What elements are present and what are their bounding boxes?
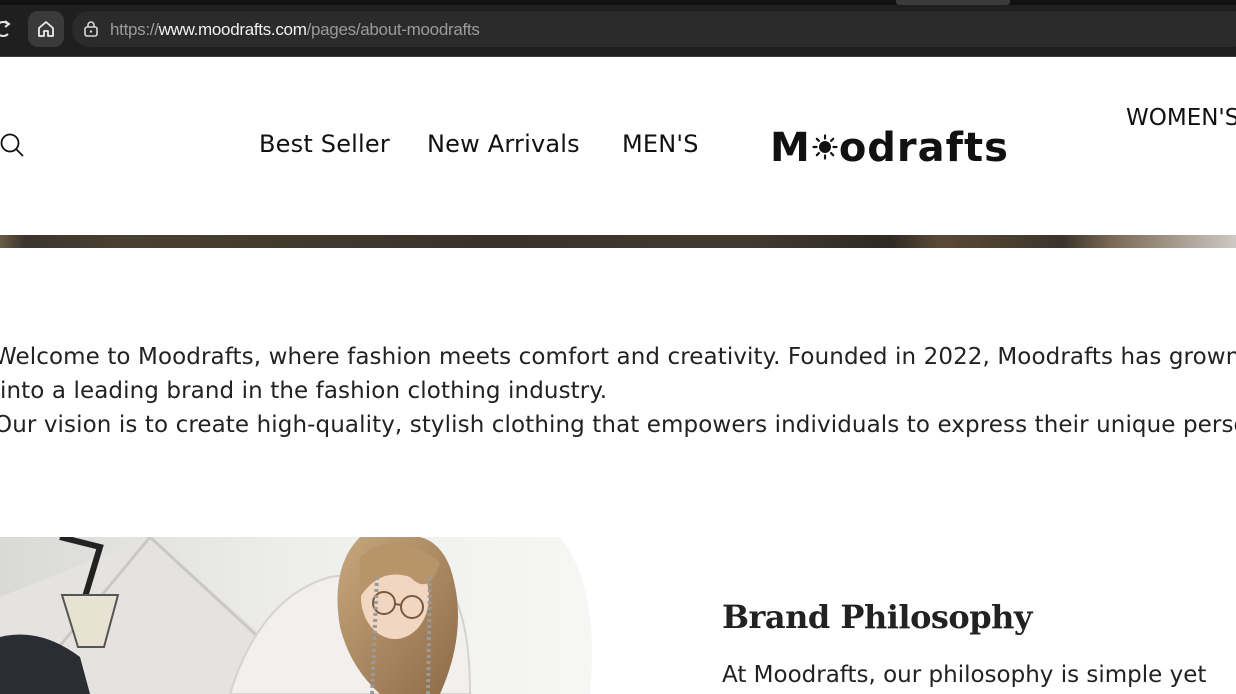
intro-line-1: Welcome to Moodrafts, where fashion meet… [0,344,1236,370]
url-prefix: https:// [110,20,159,39]
site-header: Best Seller New Arrivals MEN'S M odrafts… [0,57,1236,235]
brand-philosophy-text: At Moodrafts, our philosophy is simple y… [722,662,1207,688]
nav-best-seller[interactable]: Best Seller [259,130,390,158]
url-text[interactable]: https://www.moodrafts.com/pages/about-mo… [110,20,480,40]
logo-text-start: M [770,125,811,171]
intro-line-3: Our vision is to create high-quality, st… [0,412,1236,438]
logo-text-end: odrafts [838,125,1009,171]
designer-photo [0,537,614,694]
search-icon[interactable] [0,133,26,163]
browser-toolbar: https://www.moodrafts.com/pages/about-mo… [0,0,1236,57]
lock-icon[interactable] [82,20,100,42]
intro-line-2: into a leading brand in the fashion clot… [0,378,608,404]
nav-new-arrivals[interactable]: New Arrivals [427,130,580,158]
sun-logo-icon [812,124,838,170]
url-path: /pages/about-moodrafts [306,20,480,39]
nav-womens[interactable]: WOMEN'S [1126,105,1236,131]
hero-banner-edge [0,235,1236,248]
active-tab-edge[interactable] [896,0,1010,5]
tab-strip [0,0,1236,5]
address-bar[interactable]: https://www.moodrafts.com/pages/about-mo… [72,11,1236,47]
site-logo[interactable]: M odrafts [770,125,1009,171]
intro-section: Welcome to Moodrafts, where fashion meet… [0,340,1236,442]
nav-mens[interactable]: MEN'S [622,130,699,158]
brand-philosophy-heading: Brand Philosophy [722,598,1033,636]
home-button[interactable] [28,11,64,47]
url-host: www.moodrafts.com [158,20,307,39]
reload-icon[interactable] [0,18,14,40]
